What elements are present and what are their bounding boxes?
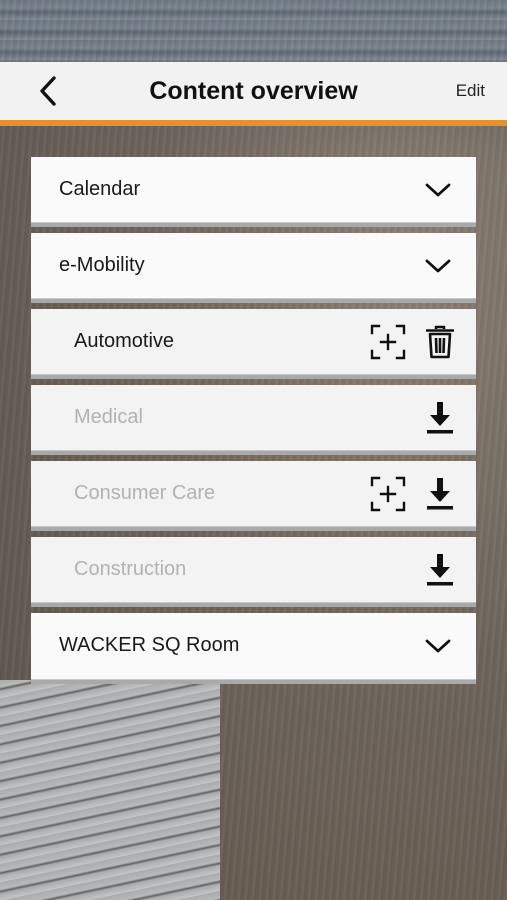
delete-button[interactable]: [421, 323, 459, 361]
navigation-bar: Content overview Edit: [0, 62, 507, 120]
open-ar-button[interactable]: [369, 323, 407, 361]
list-item-automotive[interactable]: Automotive: [31, 309, 476, 375]
list-item-label: Consumer Care: [74, 482, 216, 504]
list-item-label: Calendar: [59, 178, 141, 200]
download-icon: [427, 554, 453, 586]
open-ar-button[interactable]: [369, 475, 407, 513]
edit-button[interactable]: Edit: [456, 62, 485, 120]
list-item-medical[interactable]: Medical: [31, 385, 476, 451]
chevron-left-icon: [40, 76, 56, 106]
back-button[interactable]: [30, 72, 66, 110]
ar-scan-icon: [370, 476, 406, 512]
download-icon: [427, 402, 453, 434]
download-icon: [427, 478, 453, 510]
page-title: Content overview: [149, 77, 358, 105]
trash-icon: [426, 325, 454, 359]
list-item-label: WACKER SQ Room: [59, 634, 240, 656]
chevron-down-icon: [425, 259, 451, 273]
list-item-label: Automotive: [74, 330, 175, 352]
expand-button[interactable]: [421, 173, 455, 207]
content-list: Calendar e-Mobility Automotive Medical C…: [31, 157, 476, 680]
expand-button[interactable]: [421, 249, 455, 283]
list-item-calendar[interactable]: Calendar: [31, 157, 476, 223]
camera-background-object: [0, 680, 220, 900]
ar-scan-icon: [370, 324, 406, 360]
download-button[interactable]: [421, 399, 459, 437]
list-item-label: Construction: [74, 558, 187, 580]
list-item-consumer-care[interactable]: Consumer Care: [31, 461, 476, 527]
list-item-label: Medical: [74, 406, 143, 428]
expand-button[interactable]: [421, 629, 455, 663]
download-button[interactable]: [421, 551, 459, 589]
chevron-down-icon: [425, 639, 451, 653]
list-item-e-mobility[interactable]: e-Mobility: [31, 233, 476, 299]
download-button[interactable]: [421, 475, 459, 513]
list-item-wacker-sq-room[interactable]: WACKER SQ Room: [31, 613, 476, 680]
list-item-label: e-Mobility: [59, 254, 145, 276]
nav-accent-line: [0, 120, 507, 126]
chevron-down-icon: [425, 183, 451, 197]
list-item-construction[interactable]: Construction: [31, 537, 476, 603]
